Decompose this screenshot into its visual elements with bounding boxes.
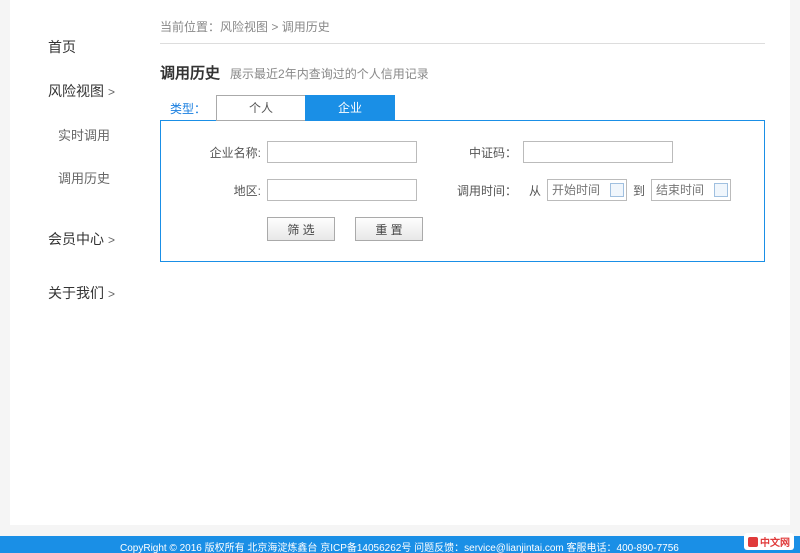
start-date-picker[interactable] [547,179,627,201]
footer: CopyRight © 2016 版权所有 北京海淀炼鑫台 京ICP备14056… [0,536,800,553]
nav-label: 关于我们 [48,285,104,301]
nav-label: 风险视图 [48,83,104,99]
footer-text: CopyRight © 2016 版权所有 北京海淀炼鑫台 京ICP备14056… [120,543,679,553]
calendar-icon [714,183,728,197]
from-label: 从 [529,182,541,199]
page-title: 调用历史 [160,62,220,83]
type-label: 类型： [170,100,206,117]
nav-about-us[interactable]: 关于我们 > [10,271,160,315]
end-date-picker[interactable] [651,179,731,201]
nav-home[interactable]: 首页 [10,25,160,69]
site-badge[interactable]: 中文网 [744,533,794,550]
breadcrumb-prefix: 当前位置： [160,20,220,34]
badge-text: 中文网 [760,534,790,549]
zzcode-label: 中证码： [447,144,517,161]
chevron-right-icon: > [108,287,115,301]
chevron-right-icon: > [108,85,115,99]
calendar-icon [610,183,624,197]
nav-label: 实时调用 [58,128,110,143]
company-label: 企业名称: [171,144,261,161]
nav-label: 首页 [48,39,76,55]
page-subtitle: 展示最近2年内查询过的个人信用记录 [230,65,429,82]
zzcode-input[interactable] [523,141,673,163]
nav-riskview[interactable]: 风险视图 > [10,69,160,113]
sidebar: 首页 风险视图 > 实时调用 调用历史 会员中心 > 关于我们 > [10,0,160,525]
region-label: 地区: [171,182,261,199]
breadcrumb: 当前位置：风险视图 > 调用历史 [160,18,765,43]
time-label: 调用时间： [447,182,517,199]
main-content: 当前位置：风险视图 > 调用历史 调用历史 展示最近2年内查询过的个人信用记录 … [160,0,790,525]
to-label: 到 [633,182,645,199]
end-date-input[interactable] [656,183,714,197]
region-input[interactable] [267,179,417,201]
breadcrumb-sep: > [268,20,282,34]
start-date-input[interactable] [552,183,610,197]
tab-enterprise[interactable]: 企业 [305,95,395,121]
reset-button[interactable]: 重 置 [355,217,423,241]
filter-button[interactable]: 筛 选 [267,217,335,241]
company-input[interactable] [267,141,417,163]
chevron-right-icon: > [108,233,115,247]
filter-form: 企业名称: 中证码： 地区: 调用时间： 从 到 [160,120,765,262]
nav-member-center[interactable]: 会员中心 > [10,217,160,261]
breadcrumb-current: 调用历史 [282,20,330,34]
nav-label: 会员中心 [48,231,104,247]
badge-icon [748,537,758,547]
breadcrumb-riskview[interactable]: 风险视图 [220,20,268,34]
nav-realtime-call[interactable]: 实时调用 [10,113,160,156]
nav-label: 调用历史 [58,171,110,186]
tab-personal[interactable]: 个人 [216,95,306,121]
nav-call-history[interactable]: 调用历史 [10,156,160,199]
